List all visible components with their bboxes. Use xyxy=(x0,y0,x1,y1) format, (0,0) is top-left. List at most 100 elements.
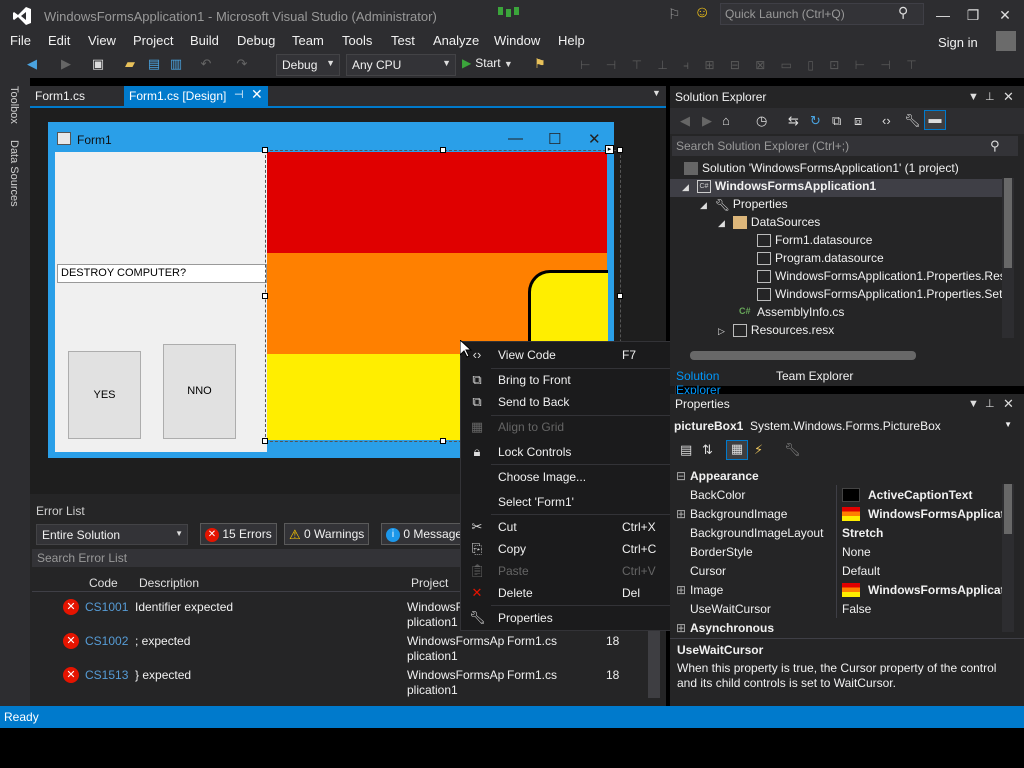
sync-icon[interactable]: ⇆ xyxy=(788,113,799,129)
ctx-view-code[interactable]: ‹› View Code F7 xyxy=(461,344,677,366)
tab-overflow-dropdown-icon[interactable]: ▼ xyxy=(652,88,661,98)
home-icon[interactable]: ⌂ xyxy=(722,113,730,128)
pane-options-icon[interactable]: ▼ xyxy=(968,91,979,103)
error-row[interactable]: ✕ CS1002 ; expected WindowsFormsAp plica… xyxy=(32,630,654,664)
menu-test[interactable]: Test xyxy=(391,33,415,48)
prop-row-usewaitcursor[interactable]: UseWaitCursor False xyxy=(670,599,1004,618)
tree-item-datasources[interactable]: ◢ DataSources xyxy=(718,215,820,233)
account-avatar-icon[interactable] xyxy=(996,31,1016,51)
menu-edit[interactable]: Edit xyxy=(48,33,70,48)
prop-row-image[interactable]: ⊞ Image WindowsFormsApplicat xyxy=(670,580,1004,599)
preview-selected-icon[interactable]: ▬ xyxy=(924,110,946,130)
prop-row-backgroundimage[interactable]: ⊞ BackgroundImage WindowsFormsApplicat xyxy=(670,504,1004,523)
solution-configuration-dropdown[interactable]: Debug ▼ xyxy=(276,54,340,76)
auto-hide-pin-icon[interactable]: ⊥ xyxy=(985,90,995,103)
back-icon[interactable]: ◀ xyxy=(680,113,690,129)
ctx-paste[interactable]: 📋︎ Paste Ctrl+V xyxy=(461,560,677,582)
search-icon[interactable]: ⚲ xyxy=(898,4,908,21)
tree-item-project[interactable]: ◢ C# WindowsFormsApplication1 xyxy=(682,179,876,197)
prop-value[interactable]: WindowsFormsApplicat xyxy=(868,583,1002,597)
error-scope-dropdown[interactable]: Entire Solution ▼ xyxy=(36,524,188,545)
view-code-icon[interactable]: ‹› xyxy=(882,113,891,128)
toolbox-tab[interactable]: Toolbox xyxy=(8,86,20,124)
save-icon[interactable]: ▤ xyxy=(146,56,162,72)
scroll-thumb[interactable] xyxy=(1004,484,1012,534)
auto-hide-pin-icon[interactable]: ⊥ xyxy=(985,397,995,410)
menu-analyze[interactable]: Analyze xyxy=(433,33,479,48)
tree-item-file[interactable]: Form1.datasource xyxy=(757,233,872,251)
error-row[interactable]: ✕ CS1513 } expected WindowsFormsAp plica… xyxy=(32,664,654,698)
scroll-thumb[interactable] xyxy=(1004,178,1012,268)
show-all-files-icon[interactable]: ⧈ xyxy=(854,113,862,129)
tab-close-icon[interactable]: ✕ xyxy=(251,86,263,103)
new-project-icon[interactable]: ▣ xyxy=(90,56,106,72)
data-sources-tab[interactable]: Data Sources xyxy=(8,140,20,207)
menu-debug[interactable]: Debug xyxy=(237,33,275,48)
resize-handle[interactable] xyxy=(617,147,623,153)
pane-close-icon[interactable]: ✕ xyxy=(1003,89,1014,105)
pending-changes-icon[interactable]: ◷ xyxy=(756,113,767,129)
prop-value[interactable]: None xyxy=(842,545,871,559)
prop-row-backcolor[interactable]: BackColor ActiveCaptionText xyxy=(670,485,1004,504)
column-header-description[interactable]: Description xyxy=(139,576,199,590)
resize-handle[interactable] xyxy=(262,293,268,299)
properties-view-icon[interactable]: ▦ xyxy=(726,440,748,460)
errors-filter-toggle[interactable]: ✕ 15 Errors xyxy=(200,523,277,545)
properties-wrench-icon[interactable]: 🔧︎ xyxy=(904,113,921,129)
navigate-back-icon[interactable]: ◀ xyxy=(24,56,40,72)
find-in-files-icon[interactable]: ⚑ xyxy=(532,56,548,72)
tree-item-file[interactable]: WindowsFormsApplication1.Properties.Res xyxy=(757,269,1002,287)
ctx-cut[interactable]: ✂ Cut Ctrl+X xyxy=(461,516,677,538)
prop-row-backgroundimagelayout[interactable]: BackgroundImageLayout Stretch xyxy=(670,523,1004,542)
tab-form1-cs[interactable]: Form1.cs xyxy=(30,86,122,106)
feedback-flag-icon[interactable]: ⚐ xyxy=(668,6,681,23)
prop-value[interactable]: False xyxy=(842,602,871,616)
menu-build[interactable]: Build xyxy=(190,33,219,48)
resize-handle[interactable] xyxy=(617,293,623,299)
menu-file[interactable]: File xyxy=(10,33,31,48)
prop-value[interactable]: ActiveCaptionText xyxy=(868,488,972,502)
refresh-icon[interactable]: ↻ xyxy=(810,113,821,129)
undo-icon[interactable]: ↶ xyxy=(198,56,214,72)
menu-tools[interactable]: Tools xyxy=(342,33,372,48)
textbox-control[interactable]: DESTROY COMPUTER? xyxy=(57,264,267,283)
messages-filter-toggle[interactable]: i 0 Message xyxy=(381,523,461,545)
ctx-lock-controls[interactable]: 🔒︎ Lock Controls xyxy=(461,441,677,463)
solution-platform-dropdown[interactable]: Any CPU ▼ xyxy=(346,54,456,76)
navigate-forward-icon[interactable]: ▶ xyxy=(58,56,74,72)
ctx-copy[interactable]: ⎘ Copy Ctrl+C xyxy=(461,538,677,560)
prop-row-borderstyle[interactable]: BorderStyle None xyxy=(670,542,1004,561)
tree-item-file[interactable]: Program.datasource xyxy=(757,251,884,269)
yes-button-control[interactable]: YES xyxy=(68,351,141,439)
save-all-icon[interactable]: ▥ xyxy=(168,56,184,72)
warnings-filter-toggle[interactable]: ⚠ 0 Warnings xyxy=(284,523,370,545)
tree-item-solution[interactable]: Solution 'WindowsFormsApplication1' (1 p… xyxy=(684,161,959,179)
ctx-select-form1[interactable]: Select 'Form1' xyxy=(461,491,677,513)
send-feedback-smiley-icon[interactable]: ☺ xyxy=(694,4,710,22)
ctx-bring-to-front[interactable]: ⧉ Bring to Front xyxy=(461,369,677,391)
resize-handle[interactable] xyxy=(440,438,446,444)
smart-tag-icon[interactable]: ▸ xyxy=(605,145,614,154)
restore-button[interactable]: ❐ xyxy=(960,4,986,26)
prop-category-asynchronous[interactable]: ⊞ Asynchronous xyxy=(670,618,1004,637)
properties-object-selector[interactable]: pictureBox1 System.Windows.Forms.Picture… xyxy=(670,417,1016,435)
quick-launch-input[interactable]: Quick Launch (Ctrl+Q) xyxy=(720,3,924,25)
search-icon[interactable]: ⚲ xyxy=(990,138,1000,154)
tab-form1-design[interactable]: Form1.cs [Design] xyxy=(124,86,268,106)
tree-item-properties[interactable]: ◢ 🔧︎ Properties xyxy=(700,197,788,215)
resize-handle[interactable] xyxy=(440,147,446,153)
categorized-icon[interactable]: ▤ xyxy=(680,442,692,458)
tab-team-explorer[interactable]: Team Explorer xyxy=(770,366,870,386)
close-button[interactable]: ✕ xyxy=(992,4,1018,26)
pane-close-icon[interactable]: ✕ xyxy=(1003,396,1014,412)
ctx-align-to-grid[interactable]: ▦ Align to Grid xyxy=(461,416,677,438)
ctx-choose-image[interactable]: Choose Image... xyxy=(461,466,677,488)
tree-item-file[interactable]: WindowsFormsApplication1.Properties.Set xyxy=(757,287,1002,305)
solution-explorer-search-input[interactable]: Search Solution Explorer (Ctrl+;) xyxy=(672,136,1018,156)
column-header-project[interactable]: Project xyxy=(411,576,448,590)
forward-icon[interactable]: ▶ xyxy=(702,113,712,129)
ctx-delete[interactable]: ✕ Delete Del xyxy=(461,582,677,604)
solution-explorer-hscroll[interactable] xyxy=(690,351,916,360)
ctx-properties[interactable]: 🔧︎ Properties xyxy=(461,607,677,629)
menu-project[interactable]: Project xyxy=(133,33,173,48)
